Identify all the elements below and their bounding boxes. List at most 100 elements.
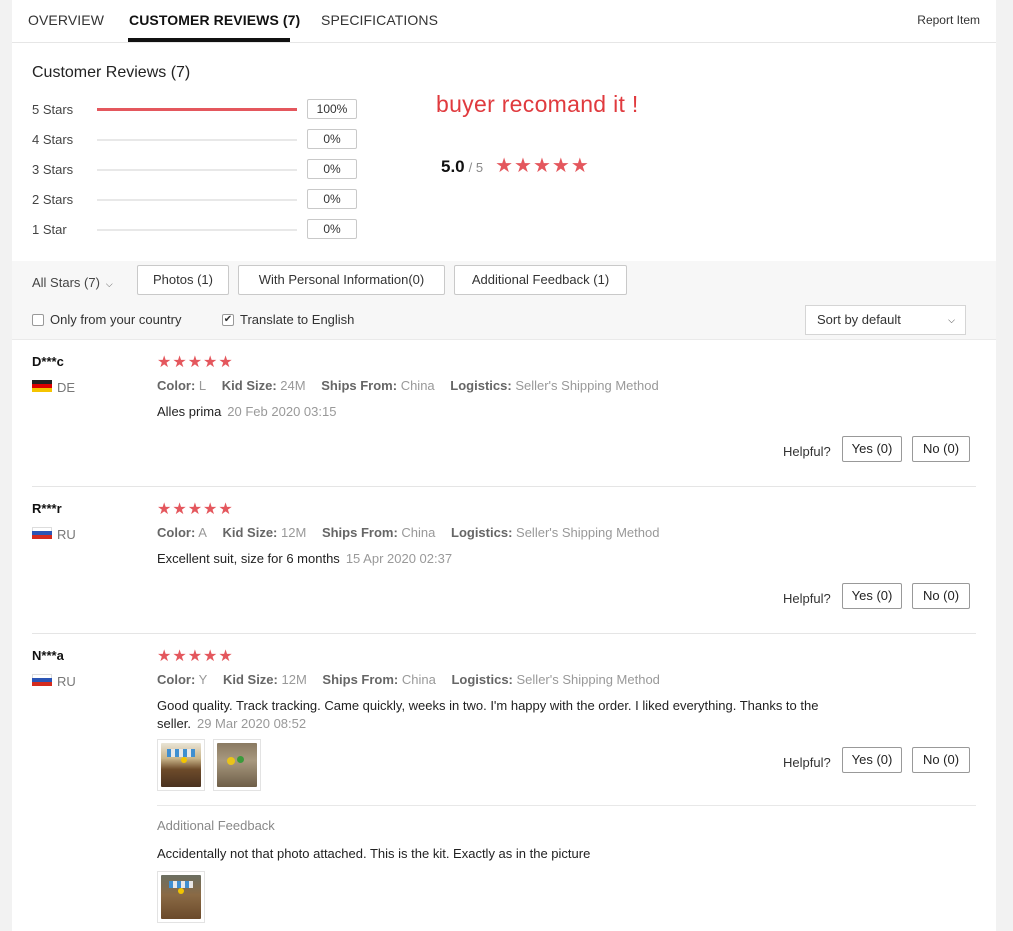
star-row-1[interactable]: 1 Star 0% xyxy=(32,219,372,241)
size-key: Kid Size: xyxy=(222,525,278,540)
rating-bar-track xyxy=(97,169,297,171)
review-item: D***c DE ★★★★★ Color: L Kid Size: 24M Sh… xyxy=(12,340,996,487)
size-key: Kid Size: xyxy=(222,672,278,687)
star-row-4[interactable]: 4 Stars 0% xyxy=(32,129,372,151)
rating-percent: 0% xyxy=(307,189,357,209)
russia-flag-icon xyxy=(32,527,52,539)
additional-feedback-text: Accidentally not that photo attached. Th… xyxy=(157,846,591,861)
logistics-value: Seller's Shipping Method xyxy=(516,672,660,687)
sort-dropdown[interactable]: Sort by default ⌵ xyxy=(805,305,966,335)
reviewer-country: DE xyxy=(57,380,76,395)
personal-info-filter-button[interactable]: With Personal Information(0) xyxy=(238,265,445,295)
checkbox-icon xyxy=(32,313,44,326)
review-date: 29 Mar 2020 08:52 xyxy=(196,716,307,731)
review-photo-thumbnail[interactable] xyxy=(157,739,205,791)
review-date: 15 Apr 2020 02:37 xyxy=(345,551,453,566)
tab-specifications[interactable]: SPECIFICATIONS xyxy=(321,12,438,28)
average-rating: 5.0 / 5 ★★★★★ xyxy=(441,153,590,178)
additional-feedback-filter-button[interactable]: Additional Feedback (1) xyxy=(454,265,627,295)
rating-bar-track xyxy=(97,139,297,141)
all-stars-dropdown[interactable]: All Stars (7) ⌵ xyxy=(32,275,113,290)
color-key: Color: xyxy=(157,525,196,540)
star-row-5[interactable]: 5 Stars 100% xyxy=(32,99,372,121)
review-text: Excellent suit, size for 6 months 15 Apr … xyxy=(157,550,877,568)
helpful-label: Helpful? xyxy=(783,755,831,770)
reviewer-name: N***a xyxy=(32,648,64,663)
additional-photo xyxy=(161,875,201,919)
rating-bar-track xyxy=(97,229,297,231)
helpful-yes-button[interactable]: Yes (0) xyxy=(842,747,902,773)
report-item-link[interactable]: Report Item xyxy=(917,13,980,27)
reviewer-name: R***r xyxy=(32,501,62,516)
color-value: L xyxy=(198,378,207,393)
size-value: 12M xyxy=(281,672,307,687)
ships-value: China xyxy=(401,672,436,687)
helpful-label: Helpful? xyxy=(783,444,831,459)
review-photo-thumbnail[interactable] xyxy=(213,739,261,791)
average-max: / 5 xyxy=(468,160,484,175)
color-value: A xyxy=(198,525,207,540)
ships-value: China xyxy=(401,525,436,540)
helpful-yes-button[interactable]: Yes (0) xyxy=(842,436,902,462)
only-country-checkbox[interactable]: Only from your country xyxy=(32,312,182,327)
size-value: 12M xyxy=(281,525,307,540)
star-row-2[interactable]: 2 Stars 0% xyxy=(32,189,372,211)
rating-percent: 0% xyxy=(307,159,357,179)
tab-bar: OVERVIEW CUSTOMER REVIEWS (7) SPECIFICAT… xyxy=(12,0,996,43)
review-meta: Color: Y Kid Size: 12M Ships From: China… xyxy=(157,672,660,687)
summary-title: Customer Reviews (7) xyxy=(32,64,191,81)
logistics-key: Logistics: xyxy=(451,525,513,540)
color-key: Color: xyxy=(157,672,196,687)
additional-photo-thumbnail[interactable] xyxy=(157,871,205,923)
chevron-down-icon: ⌵ xyxy=(948,315,955,325)
reviewer-name: D***c xyxy=(32,354,64,369)
helpful-no-button[interactable]: No (0) xyxy=(912,583,970,609)
review-meta: Color: A Kid Size: 12M Ships From: China… xyxy=(157,525,659,540)
additional-feedback-title: Additional Feedback xyxy=(157,818,275,833)
reviews-panel: OVERVIEW CUSTOMER REVIEWS (7) SPECIFICAT… xyxy=(12,0,996,931)
color-value: Y xyxy=(198,672,208,687)
size-key: Kid Size: xyxy=(221,378,277,393)
rating-bar-track xyxy=(97,199,297,201)
translate-label: Translate to English xyxy=(240,312,355,327)
active-tab-indicator xyxy=(128,38,290,42)
star-icon: ★★★★★ xyxy=(157,501,234,518)
rating-bar-track xyxy=(97,108,297,111)
russia-flag-icon xyxy=(32,674,52,686)
size-value: 24M xyxy=(280,378,306,393)
star-row-label: 4 Stars xyxy=(32,132,74,147)
photos-filter-button[interactable]: Photos (1) xyxy=(137,265,229,295)
star-row-3[interactable]: 3 Stars 0% xyxy=(32,159,372,181)
helpful-label: Helpful? xyxy=(783,591,831,606)
review-photo xyxy=(217,743,257,787)
chevron-down-icon: ⌵ xyxy=(105,279,113,289)
filter-bar: All Stars (7) ⌵ Photos (1) With Personal … xyxy=(12,261,996,340)
star-icon: ★★★★★ xyxy=(157,648,234,665)
rating-percent: 0% xyxy=(307,219,357,239)
ships-key: Ships From: xyxy=(322,672,399,687)
checkbox-checked-icon: ✔ xyxy=(222,313,234,326)
reviewer-country: RU xyxy=(57,527,76,542)
review-body: Excellent suit, size for 6 months xyxy=(157,551,340,566)
only-country-label: Only from your country xyxy=(50,312,182,327)
star-row-label: 2 Stars xyxy=(32,192,74,207)
logistics-key: Logistics: xyxy=(451,672,513,687)
helpful-yes-button[interactable]: Yes (0) xyxy=(842,583,902,609)
helpful-no-button[interactable]: No (0) xyxy=(912,436,970,462)
review-photo xyxy=(161,743,201,787)
review-item: R***r RU ★★★★★ Color: A Kid Size: 12M Sh… xyxy=(12,487,996,634)
rating-percent: 0% xyxy=(307,129,357,149)
review-body: Alles prima xyxy=(157,404,222,419)
ships-value: China xyxy=(400,378,435,393)
translate-checkbox[interactable]: ✔ Translate to English xyxy=(222,312,354,327)
review-text: Good quality. Track tracking. Came quick… xyxy=(157,697,867,733)
logistics-value: Seller's Shipping Method xyxy=(516,525,660,540)
tab-overview[interactable]: OVERVIEW xyxy=(28,12,104,28)
additional-feedback-divider xyxy=(157,805,976,806)
rating-percent: 100% xyxy=(307,99,357,119)
helpful-no-button[interactable]: No (0) xyxy=(912,747,970,773)
logistics-key: Logistics: xyxy=(450,378,512,393)
germany-flag-icon xyxy=(32,380,52,392)
promo-text: buyer recomand it ! xyxy=(436,91,639,117)
tab-customer-reviews[interactable]: CUSTOMER REVIEWS (7) xyxy=(129,12,300,28)
